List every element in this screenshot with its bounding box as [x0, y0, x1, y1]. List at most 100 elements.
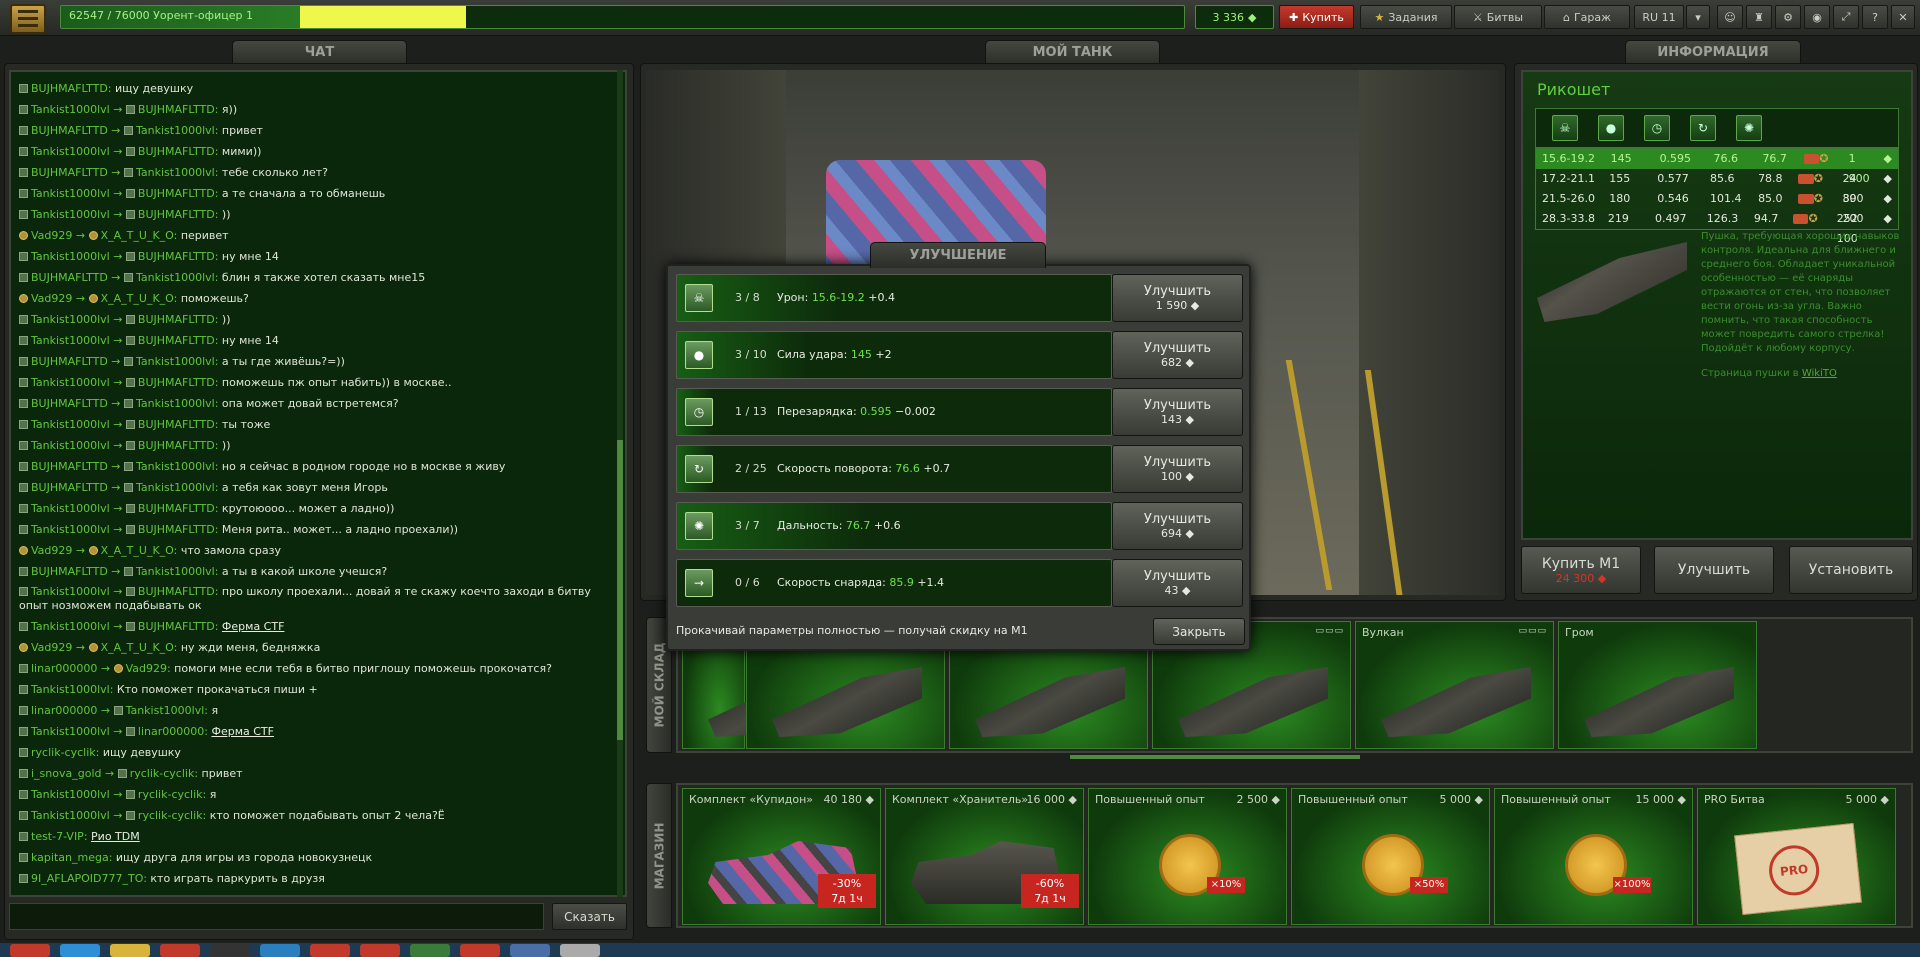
- buy-m1-button[interactable]: Купить М1 24 300 ◆: [1521, 546, 1641, 594]
- chat-author[interactable]: Tankist1000lvl: [31, 376, 110, 389]
- chat-recipient[interactable]: Tankist1000lvl: [136, 565, 215, 578]
- chat-recipient[interactable]: BUJHMAFLTTD: [138, 376, 215, 389]
- chat-author[interactable]: Tankist1000lvl: [31, 439, 110, 452]
- chat-author[interactable]: 9I_AFLAPOID777_TO: [31, 872, 143, 885]
- chat-author[interactable]: Tankist1000lvl: [31, 809, 110, 822]
- chat-author[interactable]: Tankist1000lvl: [31, 187, 110, 200]
- shop-item[interactable]: PRO Битва 5 000 ◆ PRO: [1697, 788, 1896, 925]
- chat-recipient[interactable]: BUJHMAFLTTD: [138, 187, 215, 200]
- chat-recipient[interactable]: BUJHMAFLTTD: [138, 523, 215, 536]
- chat-author[interactable]: BUJHMAFLTTD: [31, 565, 108, 578]
- chat-recipient[interactable]: BUJHMAFLTTD: [138, 620, 215, 633]
- chat-recipient[interactable]: linar000000: [138, 725, 204, 738]
- server-select[interactable]: RU 11: [1634, 5, 1684, 29]
- chat-author[interactable]: Tankist1000lvl: [31, 103, 110, 116]
- chat-author[interactable]: BUJHMAFLTTD: [31, 481, 108, 494]
- help-button[interactable]: ?: [1862, 5, 1888, 29]
- chat-author[interactable]: Tankist1000lvl: [31, 334, 110, 347]
- chat-recipient[interactable]: Tankist1000lvl: [126, 704, 205, 717]
- chat-author[interactable]: Tankist1000lvl: [31, 502, 110, 515]
- chat-author[interactable]: linar000000: [31, 704, 97, 717]
- chat-text[interactable]: Ферма CTF: [211, 725, 273, 738]
- chat-scrollbar-thumb[interactable]: [617, 440, 623, 740]
- chat-author[interactable]: Tankist1000lvl: [31, 788, 110, 801]
- shop-item[interactable]: Комплект «Купидон» 40 180 ◆ -30% 7д 1ч: [682, 788, 881, 925]
- taskbar-app-icon[interactable]: [210, 944, 250, 957]
- chat-recipient[interactable]: BUJHMAFLTTD: [138, 585, 215, 598]
- chat-author[interactable]: Vad929: [31, 544, 72, 557]
- shop-item[interactable]: Повышенный опыт 5 000 ◆ ×50%: [1291, 788, 1490, 925]
- chat-recipient[interactable]: BUJHMAFLTTD: [138, 334, 215, 347]
- shop-item[interactable]: Комплект «Хранитель» 16 000 ◆ -60% 7д 1ч: [885, 788, 1084, 925]
- chat-recipient[interactable]: Tankist1000lvl: [136, 271, 215, 284]
- chat-author[interactable]: Tankist1000lvl: [31, 208, 110, 221]
- taskbar-app-icon[interactable]: [410, 944, 450, 957]
- chat-author[interactable]: Tankist1000lvl: [31, 145, 110, 158]
- server-dropdown-button[interactable]: ▾: [1686, 5, 1710, 29]
- stat-row[interactable]: 17.2-21.1 155 0.577 85.6 78.8 ✪ 24 300 ◆: [1536, 169, 1898, 205]
- taskbar-app-icon[interactable]: [510, 944, 550, 957]
- garage-button[interactable]: ⌂ Гараж: [1544, 5, 1630, 29]
- chat-input[interactable]: [9, 903, 544, 930]
- upgrade-stat-button[interactable]: Улучшить 682 ◆: [1112, 331, 1243, 379]
- sound-button[interactable]: ◉: [1804, 5, 1830, 29]
- chat-author[interactable]: BUJHMAFLTTD: [31, 124, 108, 137]
- chat-author[interactable]: ryclik-cyclik: [31, 746, 96, 759]
- chat-author[interactable]: BUJHMAFLTTD: [31, 271, 108, 284]
- upgrade-button[interactable]: Улучшить: [1654, 546, 1774, 594]
- chat-author[interactable]: Tankist1000lvl: [31, 313, 110, 326]
- chat-recipient[interactable]: X_A_T_U_K_O: [101, 641, 174, 654]
- chat-recipient[interactable]: ryclik-cyclik: [138, 809, 203, 822]
- stat-row[interactable]: 28.3-33.8 219 0.497 126.3 94.7 ✪ 252 100 ◆: [1536, 209, 1898, 245]
- stat-row[interactable]: 15.6-19.2 145 0.595 76.6 76.7 ✪ 1 900 ◆: [1536, 149, 1898, 185]
- close-dialog-button[interactable]: Закрыть: [1153, 618, 1245, 645]
- tasks-button[interactable]: ★ Задания: [1360, 5, 1452, 29]
- settings-button[interactable]: ⚙: [1775, 5, 1801, 29]
- close-button[interactable]: ✕: [1891, 5, 1915, 29]
- taskbar-app-icon[interactable]: [460, 944, 500, 957]
- shop-item[interactable]: Повышенный опыт 15 000 ◆ ×100%: [1494, 788, 1693, 925]
- chat-author[interactable]: Tankist1000lvl: [31, 418, 110, 431]
- chat-author[interactable]: Tankist1000lvl: [31, 523, 110, 536]
- upgrade-stat-button[interactable]: Улучшить 43 ◆: [1112, 559, 1243, 607]
- clan-button[interactable]: ♜: [1746, 5, 1772, 29]
- chat-recipient[interactable]: X_A_T_U_K_O: [101, 292, 174, 305]
- taskbar-app-icon[interactable]: [10, 944, 50, 957]
- upgrade-stat-button[interactable]: Улучшить 143 ◆: [1112, 388, 1243, 436]
- main-menu-button[interactable]: [10, 4, 46, 34]
- chat-recipient[interactable]: Vad929: [126, 662, 167, 675]
- chat-text[interactable]: Рио TDM: [91, 830, 140, 843]
- chat-author[interactable]: linar000000: [31, 662, 97, 675]
- tab-shop[interactable]: МАГАЗИН: [646, 783, 672, 928]
- upgrade-stat-button[interactable]: Улучшить 100 ◆: [1112, 445, 1243, 493]
- chat-author[interactable]: kapitan_mega: [31, 851, 109, 864]
- taskbar-app-icon[interactable]: [260, 944, 300, 957]
- chat-recipient[interactable]: Tankist1000lvl: [136, 460, 215, 473]
- fullscreen-button[interactable]: ⤢: [1833, 5, 1859, 29]
- chat-author[interactable]: BUJHMAFLTTD: [31, 166, 108, 179]
- chat-recipient[interactable]: BUJHMAFLTTD: [138, 208, 215, 221]
- taskbar-app-icon[interactable]: [360, 944, 400, 957]
- chat-author[interactable]: Tankist1000lvl: [31, 725, 110, 738]
- taskbar-app-icon[interactable]: [310, 944, 350, 957]
- chat-recipient[interactable]: BUJHMAFLTTD: [138, 418, 215, 431]
- chat-author[interactable]: BUJHMAFLTTD: [31, 460, 108, 473]
- buy-crystals-button[interactable]: ✚ Купить: [1279, 5, 1354, 29]
- taskbar-app-icon[interactable]: [160, 944, 200, 957]
- wiki-link[interactable]: WikiTO: [1802, 368, 1837, 379]
- chat-recipient[interactable]: BUJHMAFLTTD: [138, 313, 215, 326]
- equip-button[interactable]: Установить: [1789, 546, 1913, 594]
- chat-author[interactable]: Vad929: [31, 641, 72, 654]
- upgrade-stat-button[interactable]: Улучшить 1 590 ◆: [1112, 274, 1243, 322]
- chat-recipient[interactable]: BUJHMAFLTTD: [138, 103, 215, 116]
- chat-author[interactable]: Vad929: [31, 229, 72, 242]
- chat-author[interactable]: Tankist1000lvl: [31, 585, 110, 598]
- garage-item[interactable]: Гром: [1558, 621, 1757, 749]
- chat-recipient[interactable]: BUJHMAFLTTD: [138, 502, 215, 515]
- chat-recipient[interactable]: BUJHMAFLTTD: [138, 439, 215, 452]
- chat-recipient[interactable]: X_A_T_U_K_O: [101, 544, 174, 557]
- stat-row[interactable]: 21.5-26.0 180 0.546 101.4 85.0 ✪ 89 200 ◆: [1536, 189, 1898, 225]
- chat-recipient[interactable]: Tankist1000lvl: [136, 481, 215, 494]
- shop-item[interactable]: Повышенный опыт 2 500 ◆ ×10%: [1088, 788, 1287, 925]
- friends-button[interactable]: ☺: [1717, 5, 1743, 29]
